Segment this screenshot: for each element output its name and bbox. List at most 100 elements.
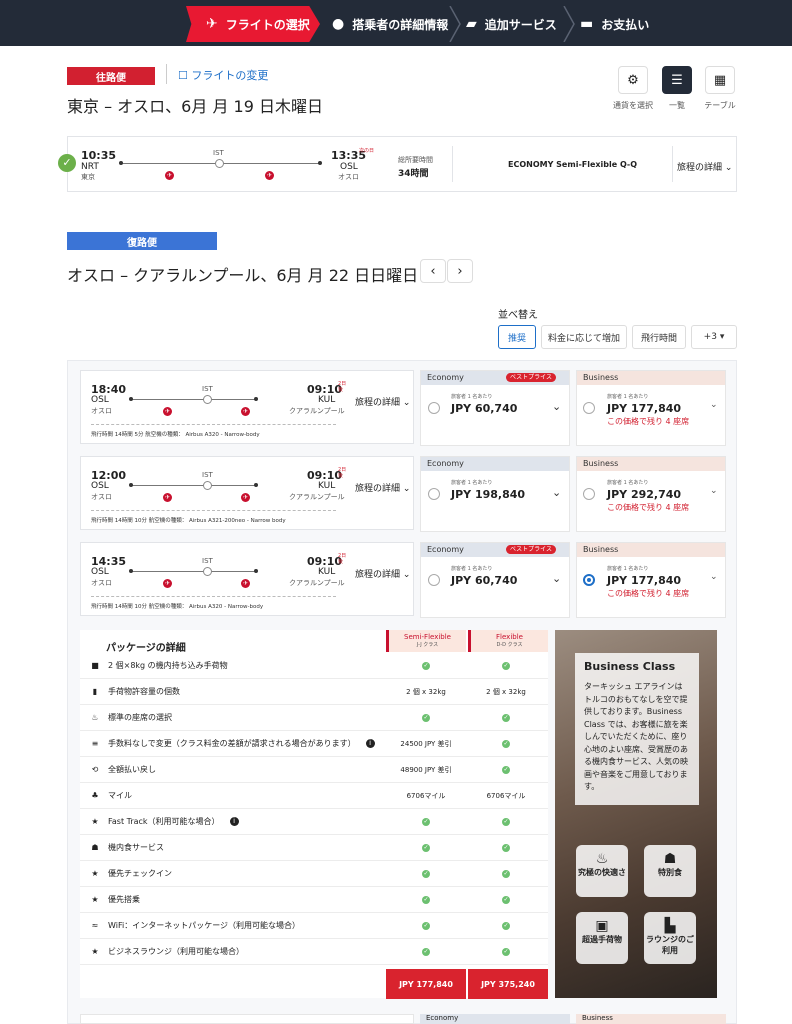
airline-logo-icon: ✈ xyxy=(163,493,172,502)
miles-icon: ♣ xyxy=(91,791,99,800)
divider xyxy=(452,146,453,182)
chevron-left-icon: ‹ xyxy=(430,263,436,279)
economy-price: JPY 60,740 xyxy=(451,574,518,587)
sort-price[interactable]: 料金に応じて増加 xyxy=(541,325,627,349)
flexible-cell: ✓ xyxy=(466,947,546,956)
star-icon: ★ xyxy=(91,869,99,878)
flexible-cell: ✓ xyxy=(466,921,546,930)
semi-flexible-header: Semi-Flexible J-J クラス xyxy=(386,630,466,652)
package-row: ★ 優先チェックイン ✓ ✓ xyxy=(80,861,548,887)
itinerary-details-button[interactable]: 旅程の詳細 ⌄ xyxy=(355,481,410,494)
itinerary-details-button[interactable]: 旅程の詳細 ⌄ xyxy=(355,395,410,408)
info-icon[interactable]: i xyxy=(229,817,239,826)
list-view-button[interactable]: ☰ xyxy=(662,66,692,94)
info-icon[interactable]: i xyxy=(365,739,375,748)
divider xyxy=(672,146,673,182)
arr-city: クアラルンプール xyxy=(289,579,345,587)
dep-code: OSL xyxy=(91,481,109,491)
check-icon: ✓ xyxy=(422,714,430,722)
check-icon: ✓ xyxy=(502,766,510,774)
currency-button[interactable]: ⚙ xyxy=(618,66,648,94)
edit-icon: ☐ xyxy=(178,69,188,82)
duration-label: 総所要時間 xyxy=(398,156,433,164)
itinerary-details-button[interactable]: 旅程の詳細 ⌄ xyxy=(355,567,410,580)
chevron-down-icon: ⌄ xyxy=(402,484,411,494)
check-icon: ✓ xyxy=(502,948,510,956)
seats-left: この価格で残り 4 座席 xyxy=(607,417,690,426)
dep-time: 10:35 xyxy=(81,149,117,162)
timeline-start xyxy=(129,483,133,487)
select-flexible-button[interactable]: JPY 375,240 xyxy=(468,969,548,999)
economy-radio[interactable] xyxy=(428,574,440,586)
dep-city: オスロ xyxy=(91,493,112,501)
step-separator-icon xyxy=(563,6,575,42)
semi-flexible-cell: 24500 JPY 差引 xyxy=(400,739,452,748)
change-icon: ≡ xyxy=(91,739,99,748)
sort-duration[interactable]: 飛行時間 xyxy=(632,325,686,349)
package-row-label: 機内食サービス xyxy=(108,843,164,852)
check-icon: ✓ xyxy=(502,870,510,878)
timeline-end xyxy=(254,483,258,487)
chevron-down-icon[interactable]: ⌄ xyxy=(710,400,718,410)
luggage-icon: ▣ xyxy=(595,918,609,934)
package-row: ☗ 機内食サービス ✓ ✓ xyxy=(80,835,548,861)
arr-days-later: 2日後 xyxy=(338,467,347,479)
arr-code: KUL xyxy=(318,567,336,577)
flight-meta: 飛行時間 14時間 10分 航空機の種類： Airbus A321-200neo… xyxy=(91,518,286,524)
chevron-down-icon[interactable]: ⌄ xyxy=(552,486,561,499)
flight-row-partial[interactable] xyxy=(80,1014,414,1024)
chevron-down-icon[interactable]: ⌄ xyxy=(552,572,561,585)
seat-icon: ♨ xyxy=(595,851,609,867)
flight-meta: 飛行時間 14時間 10分 航空機の種類： Airbus A320 - Narr… xyxy=(91,604,264,610)
divider xyxy=(91,596,336,597)
business-radio[interactable] xyxy=(583,574,595,586)
sort-recommended[interactable]: 推奨 xyxy=(498,325,536,349)
check-icon: ✓ xyxy=(422,870,430,878)
feature-special-meal: ☗ 特別食 xyxy=(644,845,696,897)
chevron-down-icon[interactable]: ⌄ xyxy=(710,486,718,496)
semi-flexible-cell: 48900 JPY 差引 xyxy=(400,765,452,774)
layover-point xyxy=(203,395,212,404)
check-icon: ✓ xyxy=(502,662,510,670)
check-icon: ✓ xyxy=(58,154,76,172)
package-row-label: 手荷物許容量の個数 xyxy=(108,687,180,696)
timeline xyxy=(130,399,256,400)
table-view-button[interactable]: ▦ xyxy=(705,66,735,94)
select-semi-flexible-button[interactable]: JPY 177,840 xyxy=(386,969,466,999)
airline-logo-icon: ✈ xyxy=(163,579,172,588)
next-date-button[interactable]: › xyxy=(447,259,473,283)
step-select-flight[interactable]: ✈ フライトの選択 xyxy=(186,6,320,42)
layover-point xyxy=(203,481,212,490)
arr-city: クアラルンプール xyxy=(289,407,345,415)
package-row-label: 全額払い戻し xyxy=(108,765,156,774)
prev-date-button[interactable]: ‹ xyxy=(420,259,446,283)
duration-value: 34時間 xyxy=(398,169,429,179)
flexible-cell: ✓ xyxy=(466,739,546,748)
check-icon: ✓ xyxy=(422,922,430,930)
itinerary-details-button[interactable]: 旅程の詳細 ⌄ xyxy=(677,160,732,173)
step-payment[interactable]: ▬ お支払い xyxy=(580,6,670,42)
business-radio[interactable] xyxy=(583,488,595,500)
chevron-down-icon[interactable]: ⌄ xyxy=(710,572,718,582)
package-row: ★ ビジネスラウンジ（利用可能な場合） ✓ ✓ xyxy=(80,939,548,965)
change-flight-link[interactable]: ☐ フライトの変更 xyxy=(178,67,268,83)
check-icon: ✓ xyxy=(422,662,430,670)
economy-radio[interactable] xyxy=(428,488,440,500)
check-icon: ✓ xyxy=(502,844,510,852)
package-row-label: ビジネスラウンジ（利用可能な場合） xyxy=(108,947,244,956)
step-extra-services[interactable]: ▰ 追加サービス xyxy=(466,6,570,42)
star-icon: ★ xyxy=(91,817,99,826)
caret-down-icon: ▾ xyxy=(719,332,725,342)
sort-label: 並べ替え xyxy=(498,310,538,321)
sort-more[interactable]: +3 ▾ xyxy=(691,325,737,349)
package-row-label: 手数料なしで変更（クラス料金の差額が請求される場合があります） xyxy=(108,739,356,748)
economy-radio[interactable] xyxy=(428,402,440,414)
chevron-down-icon: ⌄ xyxy=(724,163,733,173)
refund-icon: ⟲ xyxy=(91,765,99,774)
business-fare-header: Business xyxy=(577,543,725,557)
chevron-down-icon[interactable]: ⌄ xyxy=(552,400,561,413)
business-radio[interactable] xyxy=(583,402,595,414)
step-passenger-details[interactable]: ● 搭乗者の詳細情報 xyxy=(332,6,452,42)
package-row-label: 2 個×8kg の機内持ち込み手荷物 xyxy=(108,661,228,670)
meal-icon: ☗ xyxy=(91,843,99,852)
